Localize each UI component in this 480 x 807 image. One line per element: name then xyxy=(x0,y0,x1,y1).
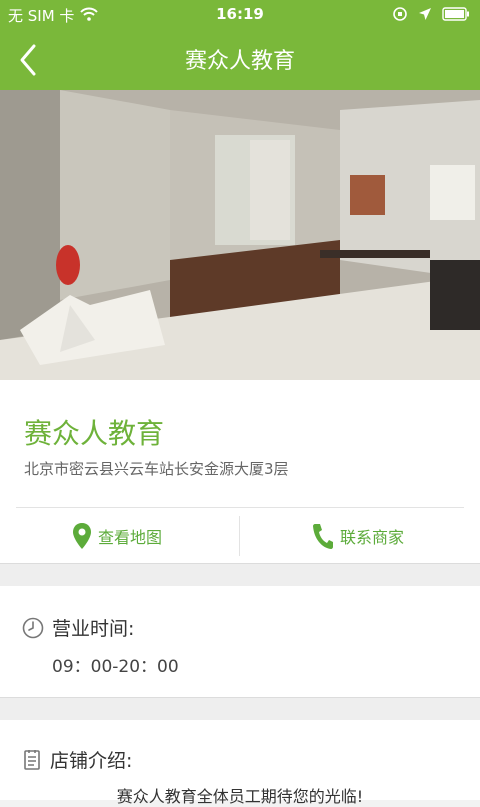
view-map-label: 查看地图 xyxy=(98,527,163,547)
business-hours-value: 09：00-20：00 xyxy=(52,657,179,677)
section-separator xyxy=(0,563,480,587)
contact-merchant-label: 联系商家 xyxy=(340,527,405,547)
shop-info-card: 赛众人教育 北京市密云县兴云车站长安金源大厦3层 查看地图 联系商家 xyxy=(0,380,480,563)
status-bar: 无 SIM 卡 16:19 xyxy=(0,0,480,30)
document-icon xyxy=(24,749,40,770)
business-hours-title: 营业时间: xyxy=(52,618,135,640)
nav-bar: 赛众人教育 xyxy=(0,30,480,90)
top-bar: 无 SIM 卡 16:19 赛众人教育 xyxy=(0,0,480,90)
shop-intro-title-row: 店铺介绍: xyxy=(22,746,132,773)
map-pin-icon xyxy=(73,522,91,549)
business-hours-section: 营业时间: 09：00-20：00 xyxy=(0,586,480,697)
business-hours-title-row: 营业时间: xyxy=(22,614,134,641)
divider-vertical xyxy=(239,516,240,556)
contact-merchant-button[interactable]: 联系商家 xyxy=(312,508,404,563)
status-right xyxy=(392,6,470,26)
orientation-lock-icon xyxy=(392,6,408,26)
view-map-button[interactable]: 查看地图 xyxy=(72,508,162,563)
phone-icon xyxy=(313,523,333,549)
clock-icon xyxy=(22,617,44,638)
shop-intro-text: 赛众人教育全体员工期待您的光临! xyxy=(116,787,364,806)
shop-address: 北京市密云县兴云车站长安金源大厦3层 xyxy=(24,460,289,478)
section-separator xyxy=(0,697,480,721)
page-title: 赛众人教育 xyxy=(184,49,295,74)
shop-name: 赛众人教育 xyxy=(24,417,165,450)
location-icon xyxy=(418,7,432,25)
battery-icon xyxy=(442,7,470,25)
shop-intro-section: 店铺介绍: 赛众人教育全体员工期待您的光临! xyxy=(0,720,480,806)
shop-intro-title: 店铺介绍: xyxy=(50,750,133,772)
shop-photo xyxy=(0,90,480,380)
